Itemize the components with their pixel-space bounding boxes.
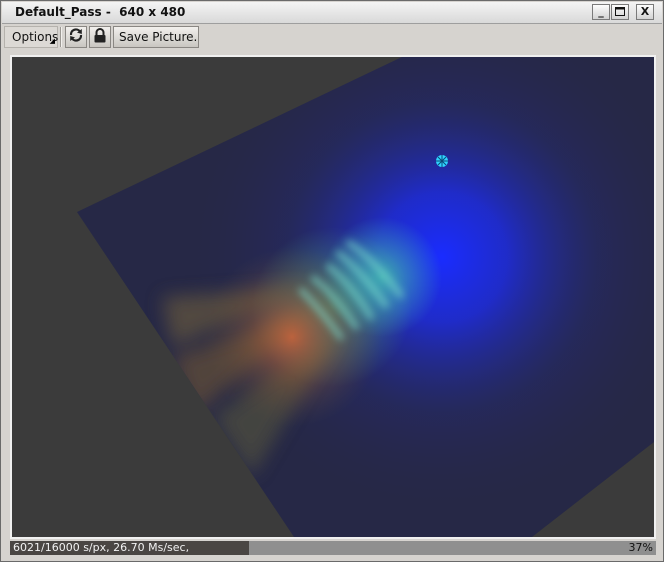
title-bar[interactable]: Default_Pass - 640 x 480 _ X	[2, 2, 662, 24]
progress-percent: 37%	[628, 541, 653, 554]
toolbar: Options ◢ Save Picture.	[2, 24, 662, 50]
render-stats-text: 6021/16000 s/px, 26.70 Ms/sec,	[13, 541, 190, 554]
status-bar: 6021/16000 s/px, 26.70 Ms/sec, 37%	[10, 541, 656, 555]
render-window: Default_Pass - 640 x 480 _ X Options ◢ S…	[0, 0, 664, 562]
minimize-button[interactable]: _	[592, 4, 610, 20]
toolbar-separator	[60, 27, 61, 47]
refresh-button[interactable]	[65, 26, 87, 48]
window-title: Default_Pass - 640 x 480	[15, 5, 186, 19]
lock-button[interactable]	[89, 26, 111, 48]
close-button[interactable]: X	[636, 4, 654, 20]
dropdown-arrow-icon: ◢	[49, 37, 55, 45]
light-source-marker	[436, 155, 448, 167]
render-viewport[interactable]	[10, 55, 656, 539]
lock-icon	[93, 27, 107, 47]
rendered-image	[12, 57, 654, 537]
options-menu-button[interactable]: Options ◢	[4, 26, 58, 48]
maximize-icon	[615, 6, 625, 19]
maximize-button[interactable]	[611, 4, 629, 20]
save-picture-button[interactable]: Save Picture.	[113, 26, 199, 48]
refresh-icon	[68, 27, 84, 47]
